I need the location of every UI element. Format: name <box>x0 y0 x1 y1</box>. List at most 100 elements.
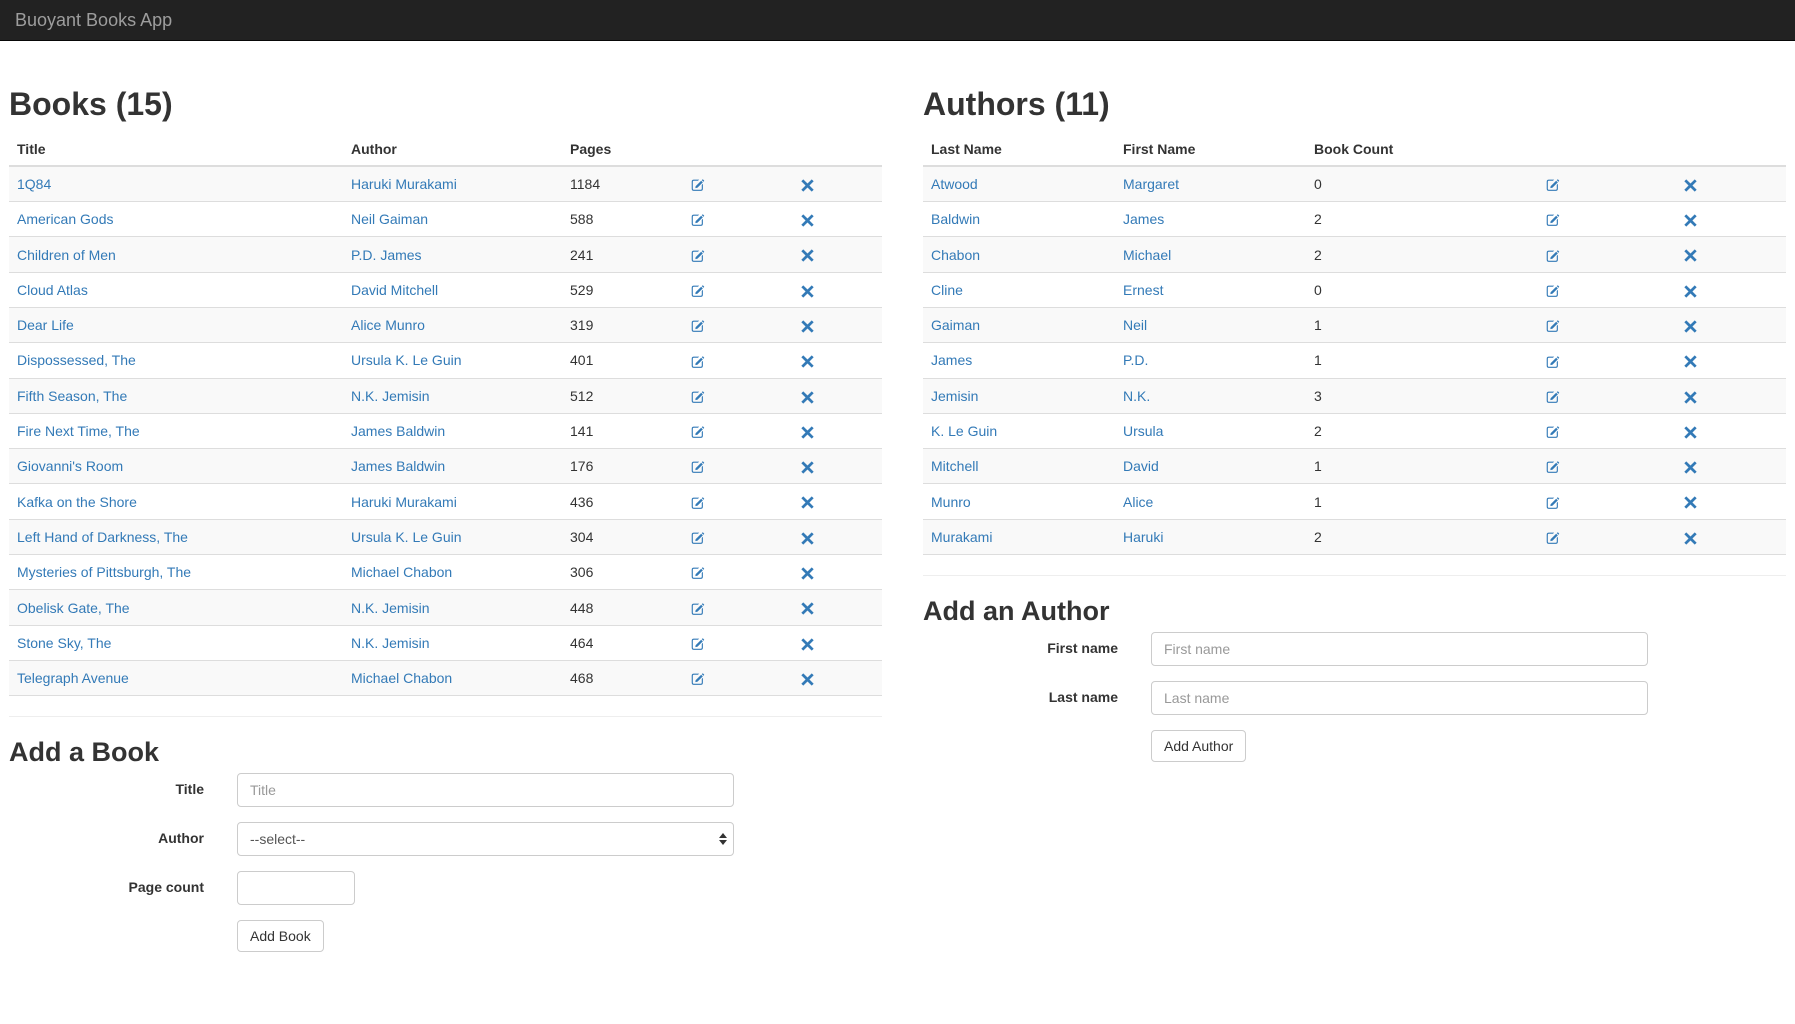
delete-book-button[interactable] <box>801 355 814 368</box>
book-author-link[interactable]: Haruki Murakami <box>351 176 457 192</box>
edit-book-button[interactable] <box>691 531 705 545</box>
edit-book-button[interactable] <box>691 178 705 192</box>
edit-author-button[interactable] <box>1546 284 1560 298</box>
author-last-name-input[interactable] <box>1151 681 1648 715</box>
edit-author-button[interactable] <box>1546 213 1560 227</box>
book-author-link[interactable]: N.K. Jemisin <box>351 388 430 404</box>
book-author-link[interactable]: P.D. James <box>351 247 422 263</box>
book-title-link[interactable]: Cloud Atlas <box>17 282 88 298</box>
delete-book-button[interactable] <box>801 285 814 298</box>
book-author-link[interactable]: Michael Chabon <box>351 564 452 580</box>
delete-author-button[interactable] <box>1684 496 1697 509</box>
edit-author-button[interactable] <box>1546 496 1560 510</box>
book-author-link[interactable]: James Baldwin <box>351 423 445 439</box>
edit-author-button[interactable] <box>1546 249 1560 263</box>
edit-book-button[interactable] <box>691 213 705 227</box>
book-title-link[interactable]: Fifth Season, The <box>17 388 127 404</box>
author-last-name-link[interactable]: Cline <box>931 282 963 298</box>
author-last-name-link[interactable]: Atwood <box>931 176 978 192</box>
delete-author-button[interactable] <box>1684 355 1697 368</box>
book-title-link[interactable]: Mysteries of Pittsburgh, The <box>17 564 191 580</box>
author-first-name-input[interactable] <box>1151 632 1648 666</box>
navbar-brand[interactable]: Buoyant Books App <box>0 0 187 41</box>
add-author-button[interactable]: Add Author <box>1151 730 1246 762</box>
delete-book-button[interactable] <box>801 179 814 192</box>
delete-author-button[interactable] <box>1684 391 1697 404</box>
author-last-name-link[interactable]: Mitchell <box>931 458 978 474</box>
edit-book-button[interactable] <box>691 390 705 404</box>
delete-book-button[interactable] <box>801 567 814 580</box>
book-title-link[interactable]: Dispossessed, The <box>17 352 136 368</box>
book-author-link[interactable]: Michael Chabon <box>351 670 452 686</box>
add-book-button[interactable]: Add Book <box>237 920 324 952</box>
author-last-name-link[interactable]: Jemisin <box>931 388 978 404</box>
author-last-name-link[interactable]: Munro <box>931 494 971 510</box>
book-title-link[interactable]: Children of Men <box>17 247 116 263</box>
edit-book-button[interactable] <box>691 566 705 580</box>
book-author-link[interactable]: David Mitchell <box>351 282 438 298</box>
edit-author-button[interactable] <box>1546 355 1560 369</box>
book-author-link[interactable]: Ursula K. Le Guin <box>351 529 462 545</box>
delete-book-button[interactable] <box>801 249 814 262</box>
delete-book-button[interactable] <box>801 461 814 474</box>
book-title-link[interactable]: Dear Life <box>17 317 74 333</box>
book-author-link[interactable]: Alice Munro <box>351 317 425 333</box>
author-first-name-link[interactable]: David <box>1123 458 1159 474</box>
book-title-link[interactable]: 1Q84 <box>17 176 51 192</box>
book-title-link[interactable]: Fire Next Time, The <box>17 423 140 439</box>
edit-book-button[interactable] <box>691 425 705 439</box>
book-title-link[interactable]: American Gods <box>17 211 113 227</box>
author-first-name-link[interactable]: Ernest <box>1123 282 1163 298</box>
edit-book-button[interactable] <box>691 284 705 298</box>
delete-book-button[interactable] <box>801 496 814 509</box>
delete-book-button[interactable] <box>801 532 814 545</box>
book-author-link[interactable]: Ursula K. Le Guin <box>351 352 462 368</box>
edit-author-button[interactable] <box>1546 460 1560 474</box>
book-author-link[interactable]: N.K. Jemisin <box>351 635 430 651</box>
delete-book-button[interactable] <box>801 426 814 439</box>
author-first-name-link[interactable]: Ursula <box>1123 423 1163 439</box>
edit-author-button[interactable] <box>1546 531 1560 545</box>
author-first-name-link[interactable]: Alice <box>1123 494 1153 510</box>
edit-book-button[interactable] <box>691 602 705 616</box>
edit-book-button[interactable] <box>691 637 705 651</box>
book-title-input[interactable] <box>237 773 734 807</box>
author-first-name-link[interactable]: Margaret <box>1123 176 1179 192</box>
book-title-link[interactable]: Kafka on the Shore <box>17 494 137 510</box>
author-first-name-link[interactable]: P.D. <box>1123 352 1148 368</box>
author-first-name-link[interactable]: Neil <box>1123 317 1147 333</box>
edit-author-button[interactable] <box>1546 390 1560 404</box>
book-title-link[interactable]: Giovanni's Room <box>17 458 123 474</box>
edit-book-button[interactable] <box>691 249 705 263</box>
delete-book-button[interactable] <box>801 673 814 686</box>
delete-book-button[interactable] <box>801 320 814 333</box>
author-first-name-link[interactable]: Haruki <box>1123 529 1163 545</box>
author-last-name-link[interactable]: Chabon <box>931 247 980 263</box>
edit-author-button[interactable] <box>1546 178 1560 192</box>
book-author-link[interactable]: Neil Gaiman <box>351 211 428 227</box>
delete-author-button[interactable] <box>1684 214 1697 227</box>
edit-book-button[interactable] <box>691 355 705 369</box>
delete-author-button[interactable] <box>1684 249 1697 262</box>
edit-book-button[interactable] <box>691 672 705 686</box>
edit-author-button[interactable] <box>1546 425 1560 439</box>
delete-author-button[interactable] <box>1684 285 1697 298</box>
book-author-link[interactable]: N.K. Jemisin <box>351 600 430 616</box>
book-author-link[interactable]: Haruki Murakami <box>351 494 457 510</box>
book-title-link[interactable]: Left Hand of Darkness, The <box>17 529 188 545</box>
author-first-name-link[interactable]: Michael <box>1123 247 1171 263</box>
book-author-select[interactable]: --select-- <box>237 822 734 856</box>
delete-book-button[interactable] <box>801 391 814 404</box>
author-last-name-link[interactable]: Murakami <box>931 529 992 545</box>
author-first-name-link[interactable]: James <box>1123 211 1164 227</box>
delete-author-button[interactable] <box>1684 532 1697 545</box>
book-title-link[interactable]: Telegraph Avenue <box>17 670 129 686</box>
delete-author-button[interactable] <box>1684 179 1697 192</box>
delete-book-button[interactable] <box>801 214 814 227</box>
book-page-count-input[interactable] <box>237 871 355 905</box>
book-title-link[interactable]: Obelisk Gate, The <box>17 600 130 616</box>
author-first-name-link[interactable]: N.K. <box>1123 388 1150 404</box>
author-last-name-link[interactable]: James <box>931 352 972 368</box>
edit-book-button[interactable] <box>691 319 705 333</box>
delete-book-button[interactable] <box>801 602 814 615</box>
